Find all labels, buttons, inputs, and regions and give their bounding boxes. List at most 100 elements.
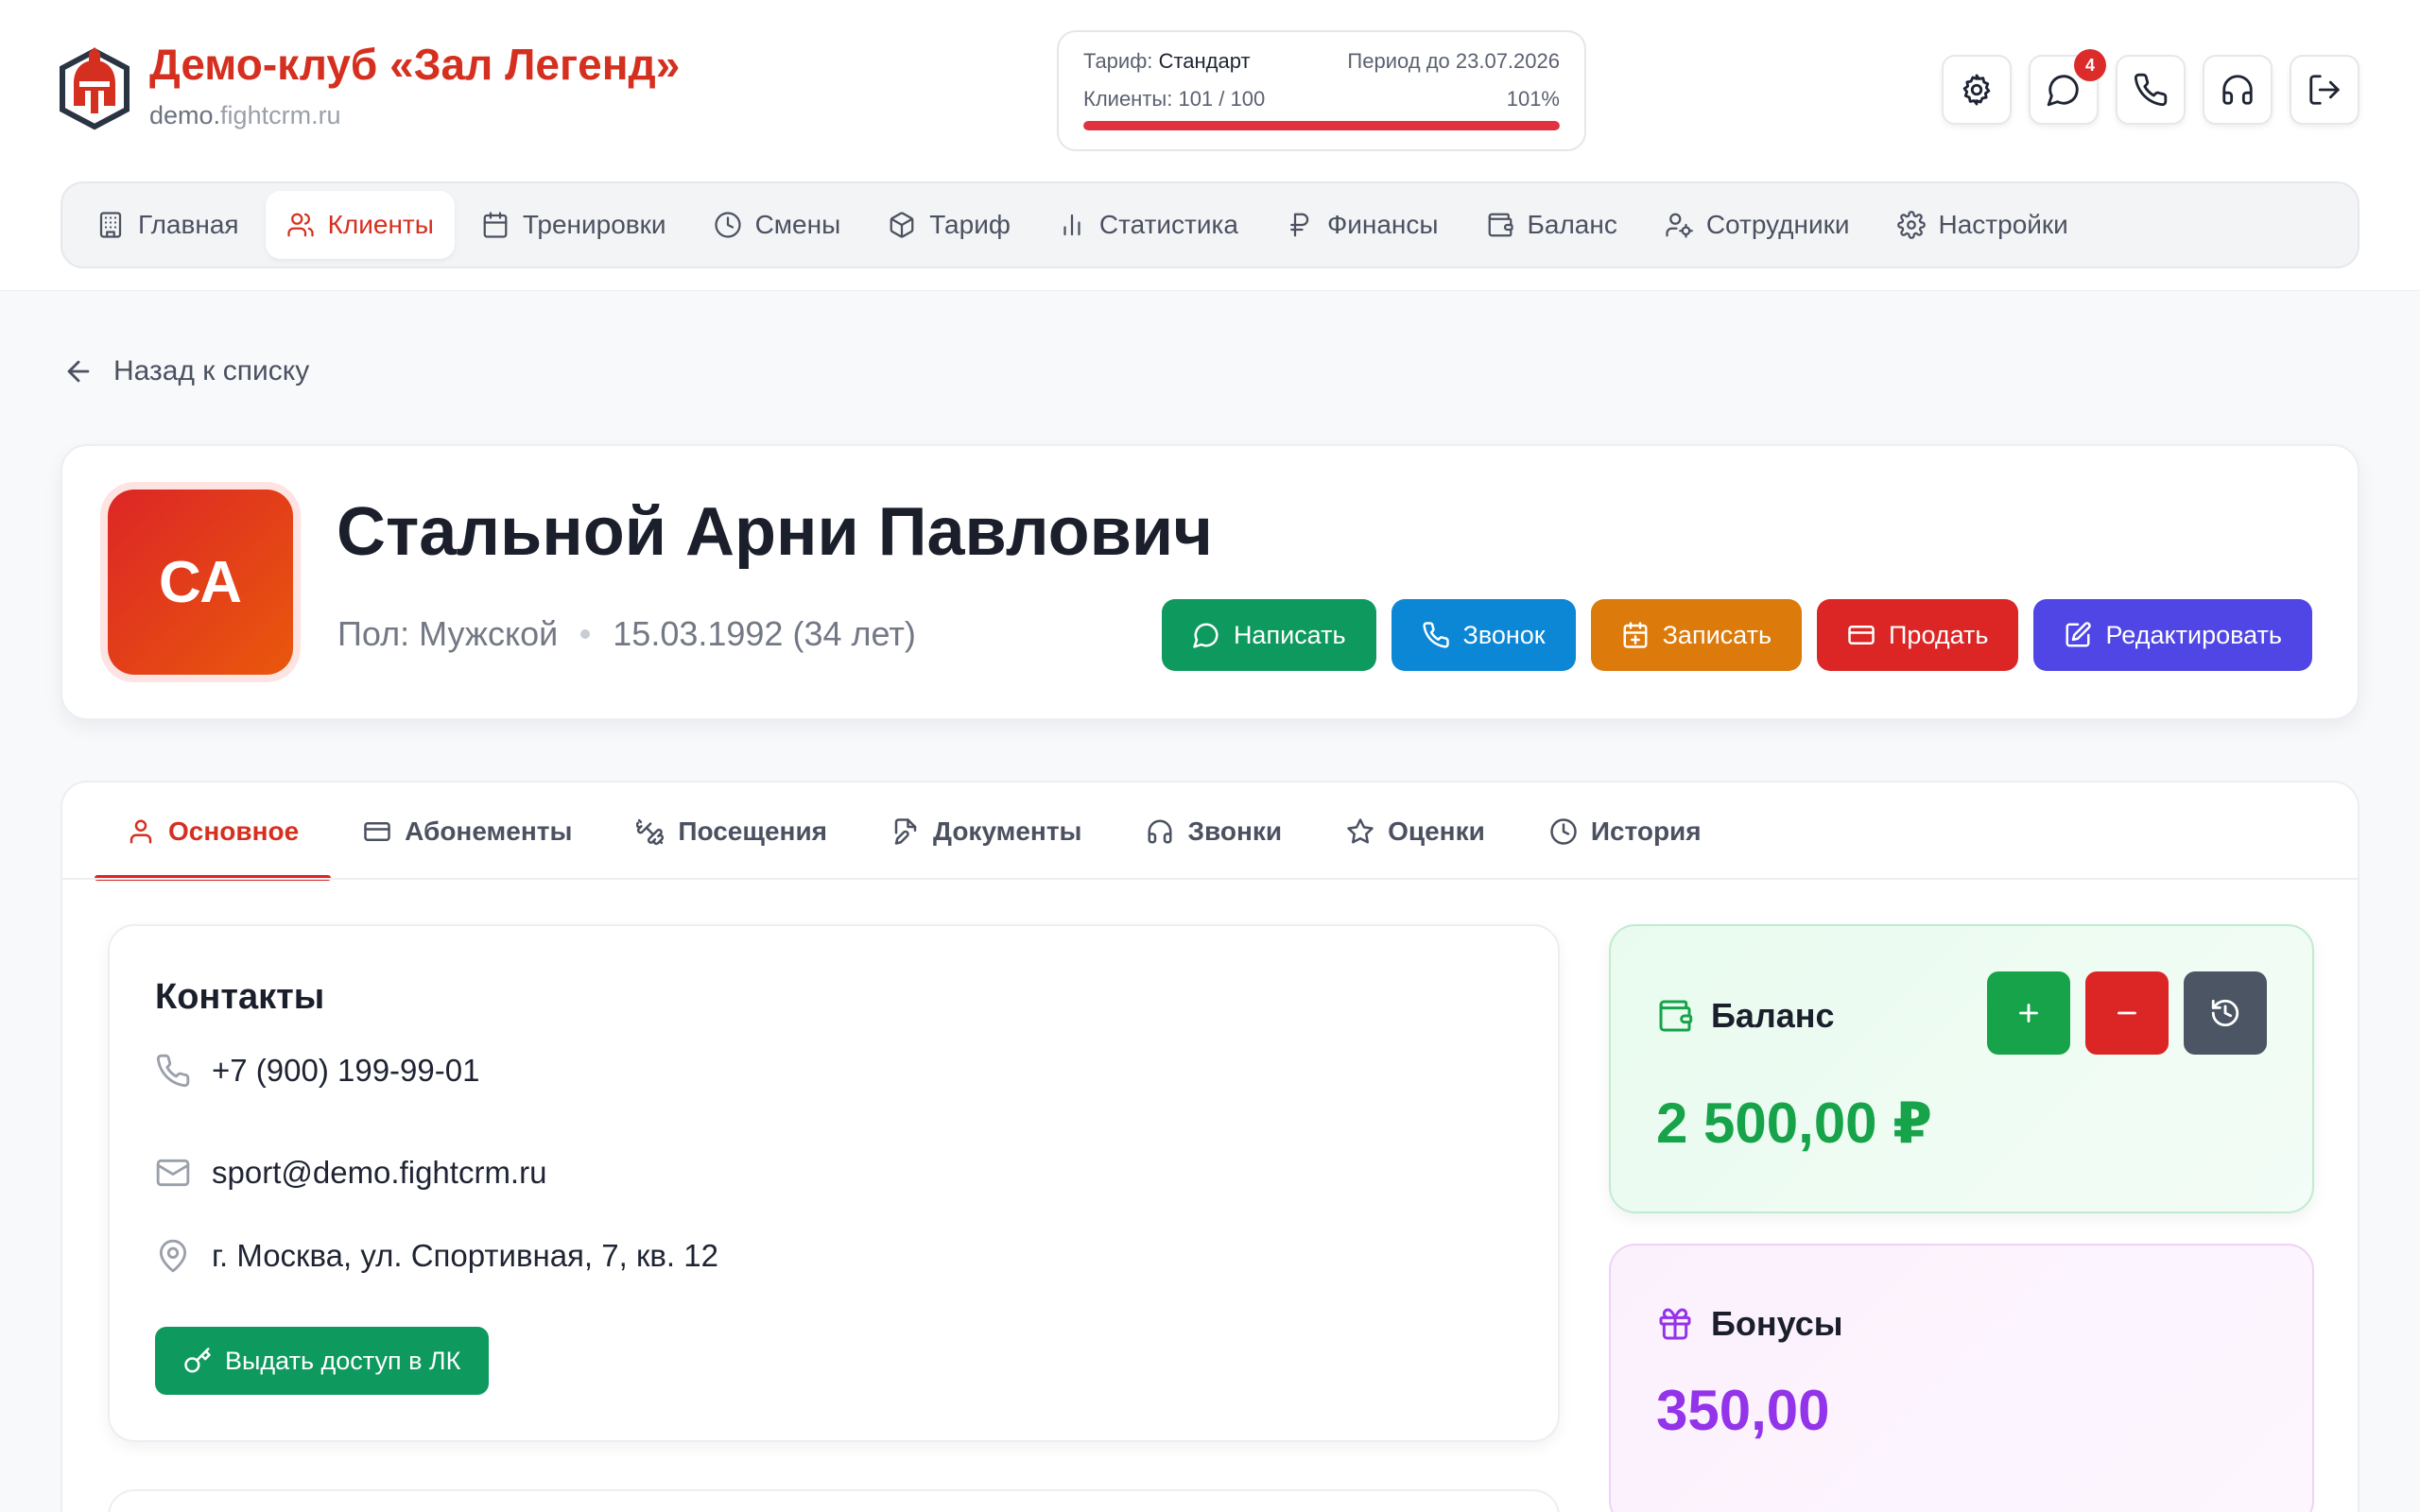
tab-history[interactable]: История [1517, 782, 1734, 881]
contact-email[interactable]: sport@demo.fightcrm.ru [155, 1155, 546, 1191]
balance-history-button[interactable] [2184, 971, 2267, 1055]
tariff-info: Тариф: Стандарт [1083, 49, 1251, 73]
client-birthdate: 15.03.1992 (34 лет) [613, 614, 916, 653]
client-profile-card: СА Стальной Арни Павлович Пол: Мужской 1… [60, 444, 2360, 720]
write-message-button[interactable]: Написать [1161, 599, 1376, 671]
club-domain: demo.fightcrm.ru [149, 100, 341, 129]
nav-item-settings[interactable]: Настройки [1876, 191, 2089, 259]
wallet-icon [1656, 997, 1694, 1035]
phone-icon [155, 1053, 191, 1089]
messages-count-badge: 4 [2074, 49, 2106, 81]
support-button[interactable] [2203, 55, 2273, 125]
calendar-plus-icon [1621, 621, 1650, 649]
minus-icon [2111, 997, 2143, 1029]
nav-item-statistics[interactable]: Статистика [1037, 191, 1259, 259]
tab-visits[interactable]: Посещения [604, 782, 859, 881]
card-icon [1847, 621, 1876, 649]
nav-item-balance[interactable]: Баланс [1465, 191, 1638, 259]
box-icon [888, 211, 916, 239]
nav-item-clients[interactable]: Клиенты [265, 191, 455, 259]
brand[interactable]: Демо-клуб «Зал Легенд» demo.fightcrm.ru [57, 43, 680, 130]
back-to-list-link[interactable]: Назад к списку [62, 355, 309, 387]
plan-usage-widget: Тариф: Стандарт Период до 23.07.2026 Кли… [1057, 30, 1586, 151]
bar-chart-icon [1058, 211, 1086, 239]
bonus-header: Бонусы [1656, 1304, 1843, 1344]
nav-item-staff[interactable]: Сотрудники [1644, 191, 1871, 259]
main-nav: Главная Клиенты Тренировки Смены Тариф С… [60, 181, 2360, 268]
clients-usage-bar [1083, 121, 1560, 130]
tab-documents[interactable]: Документы [859, 782, 1114, 881]
balance-subtract-button[interactable] [2085, 971, 2169, 1055]
spartan-helmet-logo-icon [57, 47, 132, 130]
phone-icon [1422, 621, 1450, 649]
sell-button[interactable]: Продать [1817, 599, 2019, 671]
nav-item-finance[interactable]: Финансы [1265, 191, 1460, 259]
calendar-icon [481, 211, 510, 239]
call-button[interactable] [2116, 55, 2186, 125]
headset-icon [2220, 72, 2256, 108]
clients-percent: 101% [1506, 87, 1560, 111]
balance-add-button[interactable] [1987, 971, 2070, 1055]
nav-item-tariff[interactable]: Тариф [867, 191, 1031, 259]
key-icon [183, 1347, 212, 1375]
building-icon [96, 211, 125, 239]
ruble-icon [1286, 211, 1314, 239]
contact-phone[interactable]: +7 (900) 199-99-01 [155, 1053, 479, 1089]
call-client-button[interactable]: Звонок [1391, 599, 1576, 671]
logout-icon [2307, 72, 2342, 108]
profile-actions: Написать Звонок Записать Продать Редакти… [1161, 599, 2312, 671]
message-icon [1192, 621, 1220, 649]
book-session-button[interactable]: Записать [1590, 599, 1803, 671]
bonus-card: Бонусы 350,00 [1609, 1244, 2314, 1512]
dumbbell-icon [636, 817, 665, 846]
clock-icon [1549, 817, 1578, 846]
headset-icon [1146, 817, 1174, 846]
user-icon [127, 817, 155, 846]
wallet-icon [1486, 211, 1514, 239]
tab-ratings[interactable]: Оценки [1314, 782, 1517, 881]
card-icon [363, 817, 391, 846]
client-name: Стальной Арни Павлович [337, 494, 1213, 570]
client-details-panel: Основное Абонементы Посещения Документы … [60, 781, 2360, 1512]
chat-icon [2046, 72, 2082, 108]
map-pin-icon [155, 1238, 191, 1274]
separator-dot [580, 629, 591, 639]
tabs-divider [62, 878, 2358, 880]
user-cog-icon [1665, 211, 1693, 239]
contact-address: г. Москва, ул. Спортивная, 7, кв. 12 [155, 1238, 718, 1274]
nav-item-trainings[interactable]: Тренировки [460, 191, 687, 259]
tab-subscriptions[interactable]: Абонементы [331, 782, 604, 881]
gift-icon [1656, 1305, 1694, 1343]
mail-icon [155, 1155, 191, 1191]
grant-portal-access-button[interactable]: Выдать доступ в ЛК [155, 1327, 490, 1395]
balance-header: Баланс [1656, 996, 1835, 1036]
client-tabs: Основное Абонементы Посещения Документы … [95, 782, 1734, 881]
gear-icon [1896, 211, 1926, 239]
settings-button[interactable] [1942, 55, 2012, 125]
tab-calls[interactable]: Звонки [1114, 782, 1314, 881]
messages-button[interactable]: 4 [2029, 49, 2106, 125]
bonus-amount: 350,00 [1656, 1379, 1830, 1442]
tab-main[interactable]: Основное [95, 782, 332, 881]
nav-item-home[interactable]: Главная [76, 191, 260, 259]
plan-period: Период до 23.07.2026 [1347, 49, 1560, 73]
clients-count: Клиенты: 101 / 100 [1083, 87, 1266, 111]
nav-item-shifts[interactable]: Смены [693, 191, 862, 259]
edit-icon [2064, 621, 2092, 649]
plus-icon [2013, 997, 2045, 1029]
star-icon [1346, 817, 1374, 846]
top-header: Демо-клуб «Зал Легенд» demo.fightcrm.ru … [0, 0, 2420, 291]
phone-icon [2133, 72, 2169, 108]
clients-usage-fill [1083, 121, 1560, 130]
logout-button[interactable] [2290, 55, 2360, 125]
client-gender: Пол: Мужской [337, 614, 559, 653]
arrow-left-icon [62, 355, 95, 387]
club-title: Демо-клуб «Зал Легенд» [149, 39, 681, 89]
contacts-card: Контакты +7 (900) 199-99-01 sport@demo.f… [108, 924, 1560, 1442]
header-actions: 4 [1942, 49, 2360, 125]
client-meta: Пол: Мужской 15.03.1992 (34 лет) [337, 614, 916, 654]
edit-client-button[interactable]: Редактировать [2033, 599, 2312, 671]
users-icon [286, 211, 315, 239]
history-icon [2209, 997, 2241, 1029]
clock-icon [714, 211, 742, 239]
